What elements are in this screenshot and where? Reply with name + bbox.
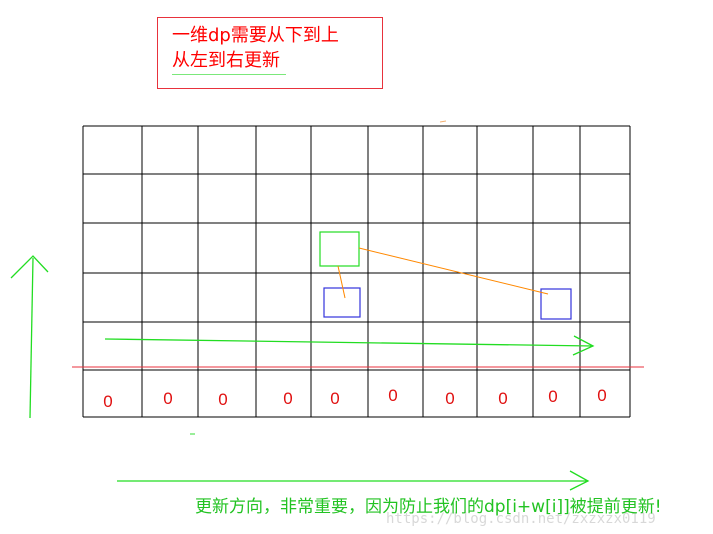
dp-table-grid: [82, 125, 631, 418]
base-row-zero: 0: [597, 386, 606, 405]
stray-mark: [439, 120, 447, 123]
base-row-zero: 0: [283, 389, 292, 408]
base-row-zero: 0: [498, 389, 507, 408]
upward-arrow: [10, 255, 49, 419]
base-row-zero: 0: [103, 392, 112, 411]
note-underline: [172, 74, 286, 75]
note-box: 一维dp需要从下到上 从左到右更新: [157, 17, 383, 89]
rightward-arrow-bottom: [117, 470, 590, 491]
base-row-zero: 0: [163, 389, 172, 408]
base-row-zero: 0: [330, 389, 339, 408]
note-line-2: 从左到右更新: [172, 50, 280, 71]
current-cell-green: [319, 231, 360, 267]
rightward-arrow-grid: [104, 335, 595, 356]
base-row-zero: 0: [388, 386, 397, 405]
note-line-1: 一维dp需要从下到上: [172, 25, 339, 46]
previous-cell-blue: [323, 287, 361, 318]
base-row-zero: 0: [218, 390, 227, 409]
dependency-line-down: [337, 265, 346, 299]
dependency-line-right: [358, 247, 549, 295]
update-direction-caption: 更新方向，非常重要，因为防止我们的dp[i+w[i]]被提前更新!: [195, 497, 662, 517]
base-row-zero: 0: [548, 387, 557, 406]
base-row-zero: 0: [445, 389, 454, 408]
base-row-zeros: 0 0 0 0 0 0 0 0 0 0: [103, 386, 606, 411]
